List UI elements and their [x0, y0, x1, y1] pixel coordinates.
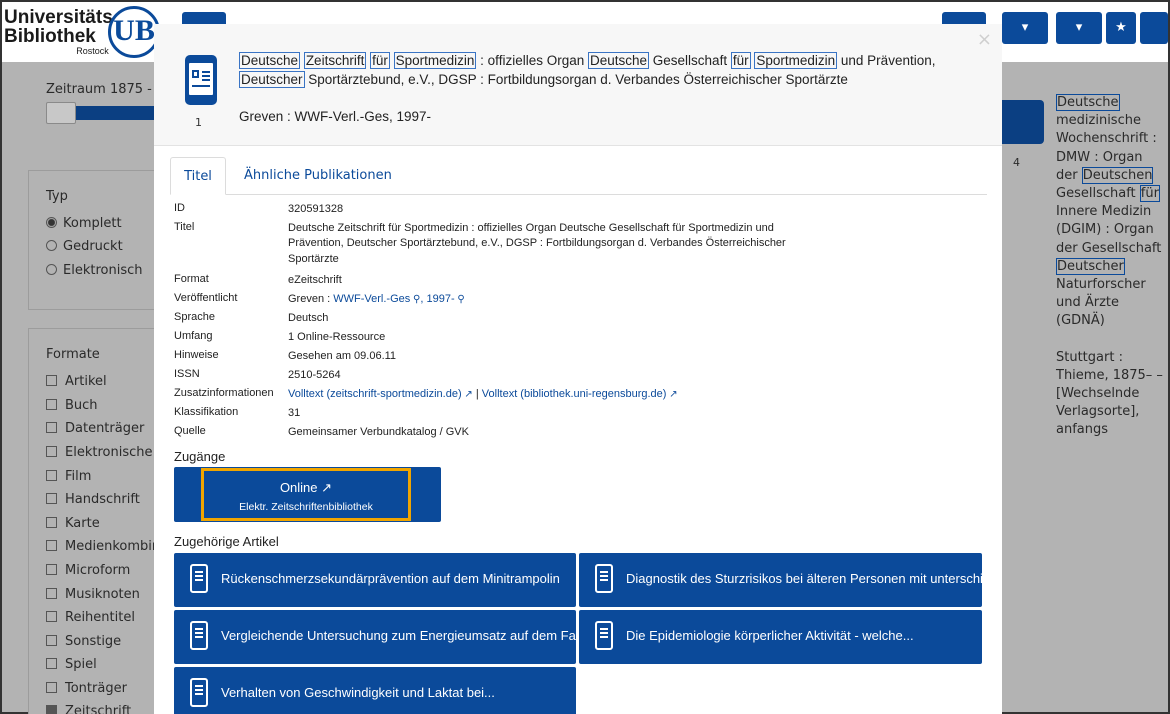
hit-number: 1	[195, 116, 202, 129]
account-button[interactable]	[1140, 12, 1168, 44]
format-checkbox[interactable]: Buch	[46, 398, 98, 413]
document-icon	[190, 678, 208, 707]
detail-row-veroeffentlicht: Veröffentlicht Greven : WWF-Verl.-Ges ⚲,…	[174, 292, 465, 305]
search-term-highlight: Zeitschrift	[303, 52, 367, 69]
search-term-highlight: Sportmedizin	[754, 52, 838, 69]
view-grid-dropdown[interactable]: ▾	[1056, 12, 1102, 44]
document-icon	[595, 621, 613, 650]
university-seal-icon: UB	[108, 6, 160, 58]
record-publication: Greven : WWF-Verl.-Ges, 1997-	[239, 109, 432, 124]
format-checkbox[interactable]: Karte	[46, 516, 100, 531]
detail-tabs: Titel Ähnliche Publikationen	[170, 157, 987, 195]
typ-option-elektronisch[interactable]: Elektronisch	[46, 263, 142, 278]
title-text: Sportärztebund, e.V., DGSP : Fortbildung…	[304, 71, 848, 87]
typ-filter-panel: Typ Komplett Gedruckt Elektronisch	[28, 170, 158, 310]
typ-option-gedruckt[interactable]: Gedruckt	[46, 239, 123, 254]
zugaenge-heading: Zugänge	[174, 449, 226, 464]
publisher-link[interactable]: WWF-Verl.-Ges	[333, 293, 410, 305]
external-link-icon: ↗	[666, 389, 678, 400]
detail-row-id: ID 320591328	[174, 202, 344, 215]
search-term-highlight: Deutsche	[239, 52, 301, 69]
volltext-link-regensburg[interactable]: Volltext (bibliothek.uni-regensburg.de)	[482, 388, 667, 400]
library-logo[interactable]: Universitäts Bibliothek Rostock	[4, 8, 113, 56]
format-checkbox[interactable]: Datenträger	[46, 421, 144, 436]
detail-row-format: Format eZeitschrift	[174, 273, 342, 286]
format-checkbox[interactable]: Zeitschrift	[46, 704, 131, 714]
detail-row-zusatzinformationen: Zusatzinformationen Volltext (zeitschrif…	[174, 387, 678, 400]
year-link[interactable]: , 1997-	[420, 293, 454, 305]
format-checkbox[interactable]: Medienkombin	[46, 539, 160, 554]
volltext-link-sportmedizin[interactable]: Volltext (zeitschrift-sportmedizin.de)	[288, 388, 462, 400]
result-number: 4	[1013, 156, 1020, 169]
external-link-icon: ↗	[321, 480, 333, 495]
title-text: und Prävention,	[837, 53, 936, 68]
result-publisher: Stuttgart : Thieme, 1875– – [Wechselnde …	[1056, 349, 1163, 438]
modal-header: × 1 Deutsche Zeitschrift für Sportmedizi…	[154, 24, 1002, 146]
tab-titel[interactable]: Titel	[170, 157, 226, 195]
detail-row-titel: Titel Deutsche Zeitschrift für Sportmedi…	[174, 221, 786, 265]
document-icon	[190, 564, 208, 593]
formate-heading: Formate	[46, 347, 100, 362]
detail-row-umfang: Umfang 1 Online-Ressource	[174, 330, 386, 343]
record-details: ID 320591328 Titel Deutsche Zeitschrift …	[174, 202, 964, 444]
tab-aehnliche-publikationen[interactable]: Ähnliche Publikationen	[244, 157, 392, 195]
format-checkbox[interactable]: Elektronische (	[46, 445, 162, 460]
search-term-highlight: für	[730, 52, 751, 69]
format-checkbox[interactable]: Film	[46, 469, 91, 484]
result-item-4[interactable]: Deutsche medizinische Wochenschrift : DM…	[1056, 94, 1168, 440]
zeitraum-slider-handle[interactable]	[46, 102, 76, 124]
format-checkbox[interactable]: Artikel	[46, 374, 107, 389]
search-term-highlight: Sportmedizin	[393, 52, 477, 69]
format-checkbox[interactable]: Spiel	[46, 657, 97, 672]
detail-row-quelle: Quelle Gemeinsamer Verbundkatalog / GVK	[174, 425, 469, 438]
format-checkbox[interactable]: Musiknoten	[46, 587, 140, 602]
article-button-3[interactable]: Vergleichende Untersuchung zum Energieum…	[174, 610, 576, 664]
search-term-highlight: Deutscher	[239, 70, 305, 88]
result-title[interactable]: Deutsche medizinische Wochenschrift : DM…	[1056, 94, 1168, 331]
link-icon: ⚲	[410, 294, 421, 305]
format-checkbox[interactable]: Microform	[46, 563, 130, 578]
online-access-button[interactable]: Online ↗ Elektr. Zeitschriftenbibliothek	[174, 467, 441, 522]
article-button-2[interactable]: Diagnostik des Sturzrisikos bei älteren …	[579, 553, 982, 607]
close-icon[interactable]: ×	[977, 30, 992, 50]
detail-row-issn: ISSN 2510-5264	[174, 368, 341, 381]
title-text: : offizielles Organ	[476, 53, 588, 68]
zeitraum-filter: Zeitraum 1875 - 2	[46, 82, 165, 97]
detail-row-hinweise: Hinweise Gesehen am 09.06.11	[174, 349, 397, 362]
format-checkbox[interactable]: Tonträger	[46, 681, 127, 696]
language-dropdown[interactable]: ▾	[1002, 12, 1048, 44]
ejournal-icon	[185, 55, 217, 105]
format-checkbox[interactable]: Handschrift	[46, 492, 140, 507]
article-button-1[interactable]: Rückenschmerzsekundärprävention auf dem …	[174, 553, 576, 607]
typ-heading: Typ	[46, 189, 68, 204]
external-link-icon: ↗	[461, 389, 473, 400]
typ-option-komplett[interactable]: Komplett	[46, 216, 122, 231]
detail-modal: × 1 Deutsche Zeitschrift für Sportmedizi…	[154, 24, 1002, 714]
document-icon	[190, 621, 208, 650]
favorites-star-icon[interactable]: ★	[1106, 12, 1136, 44]
search-term-highlight: für	[370, 52, 390, 69]
zugehoerige-artikel-heading: Zugehörige Artikel	[174, 534, 279, 549]
search-term-highlight: Deutsche	[587, 52, 650, 69]
detail-row-klassifikation: Klassifikation 31	[174, 406, 301, 419]
online-access-focus[interactable]: Online ↗ Elektr. Zeitschriftenbibliothek	[201, 468, 411, 521]
article-button-5[interactable]: Verhalten von Geschwindigkeit und Laktat…	[174, 667, 576, 714]
detail-row-sprache: Sprache Deutsch	[174, 311, 329, 324]
link-icon: ⚲	[454, 294, 465, 305]
format-checkbox[interactable]: Reihentitel	[46, 610, 135, 625]
document-icon	[595, 564, 613, 593]
format-checkbox[interactable]: Sonstige	[46, 634, 121, 649]
formate-filter-panel: Formate Artikel Buch Datenträger Elektro…	[28, 328, 162, 714]
title-text: Gesellschaft	[649, 53, 731, 68]
article-button-4[interactable]: Die Epidemiologie körperlicher Aktivität…	[579, 610, 982, 664]
record-title: Deutsche Zeitschrift für Sportmedizin : …	[239, 52, 991, 89]
